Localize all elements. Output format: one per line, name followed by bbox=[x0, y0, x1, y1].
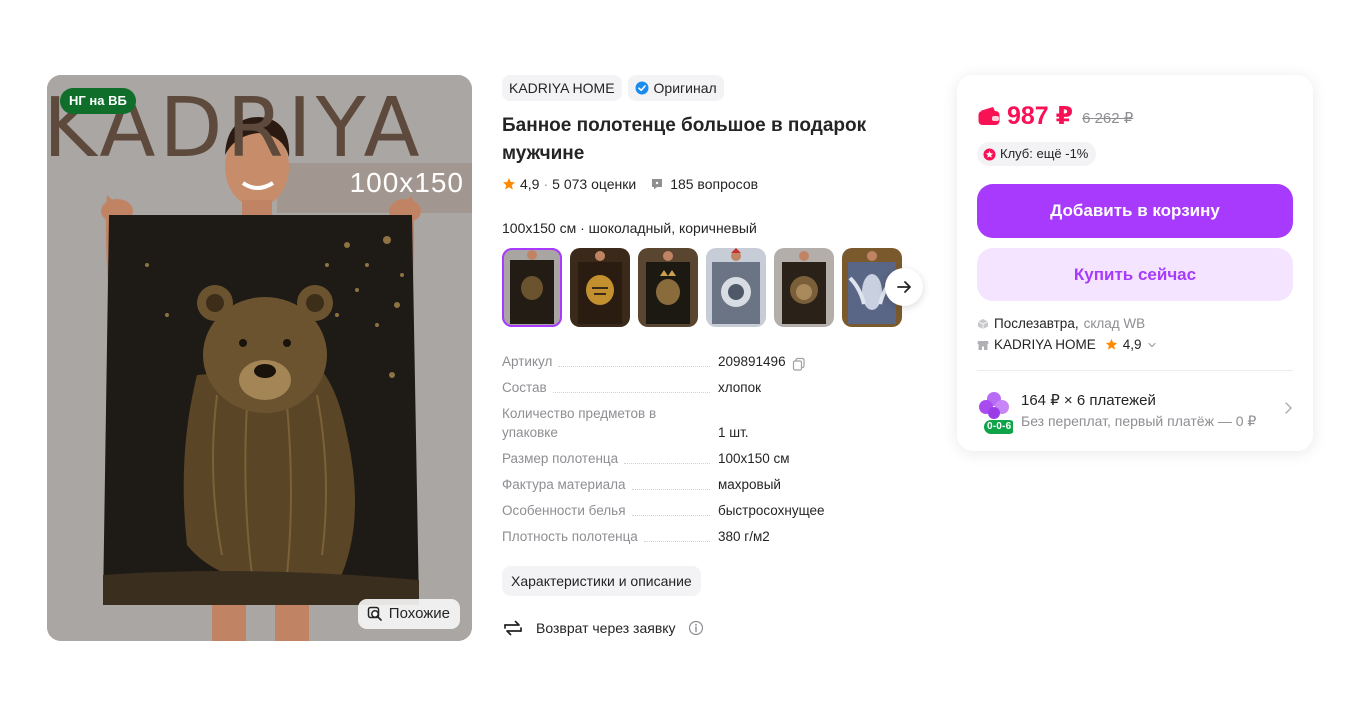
delivery-date: Послезавтра, bbox=[994, 316, 1079, 331]
club-badge[interactable]: Клуб: ещё -1% bbox=[977, 142, 1097, 166]
spec-row: Артикул 209891496 bbox=[502, 352, 932, 371]
return-arrows-icon bbox=[504, 620, 522, 636]
questions-link[interactable]: 185 вопросов bbox=[650, 176, 758, 192]
info-icon[interactable] bbox=[688, 620, 704, 636]
product-info: KADRIYA HOME Оригинал Банное полотенце б… bbox=[502, 75, 932, 638]
box-icon bbox=[977, 318, 989, 329]
return-label: Возврат через заявку bbox=[536, 620, 676, 636]
thumbnail-santa[interactable] bbox=[706, 248, 766, 327]
divider bbox=[977, 370, 1293, 371]
spec-value: махровый bbox=[718, 477, 781, 492]
thumbnail-tiger[interactable] bbox=[570, 248, 630, 327]
club-star-icon bbox=[983, 148, 996, 160]
thumbnail-strip bbox=[502, 248, 932, 327]
installment-offer[interactable]: 0-0-6 164 ₽ × 6 платежей Без переплат, п… bbox=[977, 389, 1293, 437]
delivery-info: Послезавтра, склад WB bbox=[977, 316, 1145, 331]
installment-title: 164 ₽ × 6 платежей bbox=[1021, 392, 1156, 409]
original-chip[interactable]: Оригинал bbox=[627, 75, 724, 101]
spec-key: Артикул bbox=[502, 354, 553, 369]
add-to-cart-button[interactable]: Добавить в корзину bbox=[977, 184, 1293, 238]
thumbnail-lion[interactable] bbox=[774, 248, 834, 327]
similar-button-label: Похожие bbox=[388, 605, 450, 622]
spec-row: Состав хлопок bbox=[502, 378, 932, 397]
thumbnails-next-button[interactable] bbox=[885, 268, 923, 306]
specs-table: Артикул 209891496 Состав хлопок Количест… bbox=[502, 352, 932, 546]
rating-separator: · bbox=[543, 176, 549, 192]
installment-subtitle: Без переплат, первый платёж — 0 ₽ bbox=[1021, 413, 1257, 429]
characteristics-button[interactable]: Характеристики и описание bbox=[502, 566, 701, 596]
old-price: 6 262 ₽ bbox=[1082, 110, 1134, 127]
spec-key: Размер полотенца bbox=[502, 451, 619, 466]
spec-row: Фактура материала махровый bbox=[502, 475, 932, 494]
spec-value-article: 209891496 bbox=[718, 354, 786, 369]
similar-search-icon bbox=[367, 606, 382, 621]
club-label: Клуб: ещё -1% bbox=[1000, 146, 1089, 161]
star-icon bbox=[503, 178, 515, 190]
spec-value: хлопок bbox=[718, 380, 762, 395]
seller-star-icon bbox=[1105, 338, 1117, 350]
spec-value: 380 г/м2 bbox=[718, 529, 770, 544]
spec-key: Фактура материала bbox=[502, 477, 626, 492]
purchase-card: 987 ₽ 6 262 ₽ Клуб: ещё -1% Добавить в к… bbox=[957, 75, 1313, 451]
similar-button[interactable]: Похожие bbox=[357, 599, 460, 629]
photo-size-text: 100x150 bbox=[349, 167, 464, 198]
question-bubble-icon bbox=[652, 179, 663, 190]
spec-row: Особенности белья быстросохнущее bbox=[502, 501, 932, 520]
rating-value: 4,9 bbox=[520, 176, 540, 192]
current-price: 987 ₽ bbox=[1007, 102, 1074, 130]
spec-value: 1 шт. bbox=[718, 425, 749, 440]
thumbnail-lion-crown[interactable] bbox=[638, 248, 698, 327]
chevron-right-icon bbox=[1285, 402, 1293, 414]
spec-row: Плотность полотенца 380 г/м2 bbox=[502, 527, 932, 546]
buy-now-button[interactable]: Купить сейчас bbox=[977, 248, 1293, 301]
spec-key: Плотность полотенца bbox=[502, 529, 638, 544]
product-main-photo[interactable]: KADRIYA 100x150 НГ на ВБ Похожие bbox=[47, 75, 472, 641]
original-chip-label: Оригинал bbox=[653, 80, 717, 96]
copy-icon[interactable] bbox=[792, 357, 806, 371]
spec-key: Количество предметов в упаковке bbox=[502, 406, 657, 440]
seller-link[interactable]: KADRIYA HOME 4,9 bbox=[977, 337, 1157, 352]
promo-badge: НГ на ВБ bbox=[60, 88, 136, 114]
brand-chip[interactable]: KADRIYA HOME bbox=[502, 75, 622, 101]
variant-label: 100x150 см · шоколадный, коричневый bbox=[502, 220, 757, 236]
seller-name: KADRIYA HOME bbox=[994, 337, 1096, 352]
chevron-down-icon bbox=[1147, 342, 1156, 347]
installment-badge: 0-0-6 bbox=[987, 421, 1012, 432]
spec-row: Количество предметов в упаковке 1 шт. bbox=[502, 404, 932, 442]
reviews-link[interactable]: 5 073 оценки bbox=[552, 176, 636, 192]
delivery-warehouse: склад WB bbox=[1083, 316, 1146, 331]
wallet-icon bbox=[978, 107, 1000, 125]
spec-key: Особенности белья bbox=[502, 503, 626, 518]
thumbnail-bear[interactable] bbox=[502, 248, 562, 327]
spec-key: Состав bbox=[502, 380, 547, 395]
brand-chip-label: KADRIYA HOME bbox=[509, 80, 615, 96]
verified-check-icon bbox=[635, 81, 649, 95]
arrow-right-icon bbox=[897, 281, 911, 293]
return-info: Возврат через заявку bbox=[502, 618, 932, 638]
questions-label: 185 вопросов bbox=[670, 176, 759, 192]
product-title: Банное полотенце большое в подарок мужчи… bbox=[502, 115, 867, 164]
spec-row: Размер полотенца 100x150 см bbox=[502, 449, 932, 468]
shop-icon bbox=[977, 340, 989, 350]
spec-value: быстросохнущее bbox=[718, 503, 825, 518]
spec-value: 100x150 см bbox=[718, 451, 790, 466]
seller-rating: 4,9 bbox=[1122, 337, 1142, 352]
